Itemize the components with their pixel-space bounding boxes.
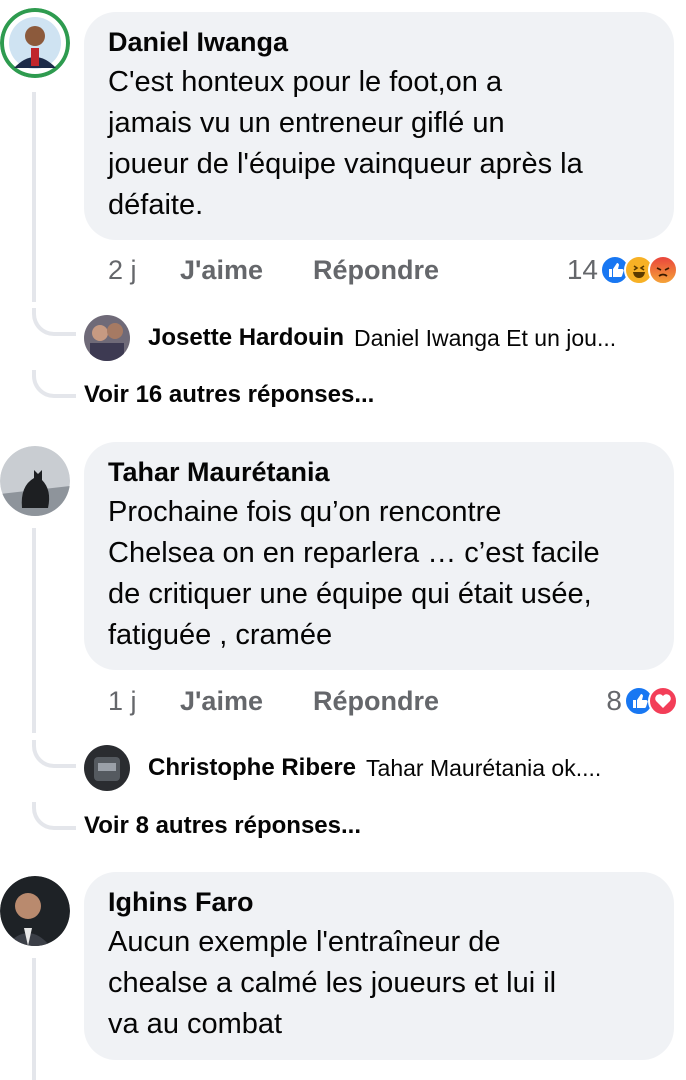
- avatar[interactable]: [0, 8, 70, 78]
- reply-author[interactable]: Christophe Ribere: [148, 754, 356, 782]
- reaction-summary[interactable]: 14: [567, 253, 678, 287]
- comment-author[interactable]: Tahar Maurétania: [108, 456, 650, 488]
- reaction-count: 8: [606, 685, 622, 716]
- comment-author[interactable]: Ighins Faro: [108, 886, 650, 918]
- more-connector: [32, 802, 76, 830]
- comment-actions: 1 j J'aime Répondre 8: [108, 684, 678, 718]
- reply-button[interactable]: Répondre: [313, 253, 439, 287]
- love-icon: [648, 686, 678, 716]
- comment-age[interactable]: 1 j: [108, 684, 137, 718]
- comment-author[interactable]: Daniel Iwanga: [108, 26, 650, 58]
- reply-connector: [32, 308, 76, 336]
- comment-text: Aucun exemple l'entraîneur de chealse a …: [108, 926, 557, 1040]
- reaction-count: 14: [566, 254, 598, 285]
- avatar[interactable]: [0, 876, 70, 946]
- reply-connector: [32, 740, 76, 768]
- avatar[interactable]: [84, 745, 130, 791]
- like-button[interactable]: J'aime: [180, 684, 263, 718]
- thread-line: [32, 528, 36, 733]
- reply-preview[interactable]: Josette Hardouin Daniel Iwanga Et un jou…: [84, 314, 684, 362]
- reply-text: Tahar Maurétania ok....: [366, 754, 602, 781]
- comment-text: Prochaine fois qu’on rencontre Chelsea o…: [108, 496, 600, 651]
- view-more-replies-link[interactable]: Voir 8 autres réponses...: [84, 811, 361, 841]
- comment-actions: 2 j J'aime Répondre 14: [108, 253, 678, 287]
- reply-button[interactable]: Répondre: [313, 684, 439, 718]
- reaction-summary[interactable]: 8: [606, 684, 678, 718]
- view-more-replies-link[interactable]: Voir 16 autres réponses...: [84, 380, 374, 410]
- more-connector: [32, 370, 76, 398]
- comment-bubble[interactable]: Ighins Faro Aucun exemple l'entraîneur d…: [84, 872, 674, 1060]
- comment-bubble[interactable]: Daniel Iwanga C'est honteux pour le foot…: [84, 12, 674, 240]
- thread-line: [32, 92, 36, 302]
- comment-text: C'est honteux pour le foot,on a jamais v…: [108, 66, 583, 221]
- reply-preview[interactable]: Christophe Ribere Tahar Maurétania ok...…: [84, 744, 684, 792]
- comment-age[interactable]: 2 j: [108, 253, 137, 287]
- angry-icon: [648, 255, 678, 285]
- thread-line: [32, 958, 36, 1080]
- avatar[interactable]: [0, 446, 70, 516]
- comment-bubble[interactable]: Tahar Maurétania Prochaine fois qu’on re…: [84, 442, 674, 670]
- avatar[interactable]: [84, 315, 130, 361]
- reply-author[interactable]: Josette Hardouin: [148, 324, 344, 352]
- reply-text: Daniel Iwanga Et un jou...: [354, 324, 617, 351]
- like-button[interactable]: J'aime: [180, 253, 263, 287]
